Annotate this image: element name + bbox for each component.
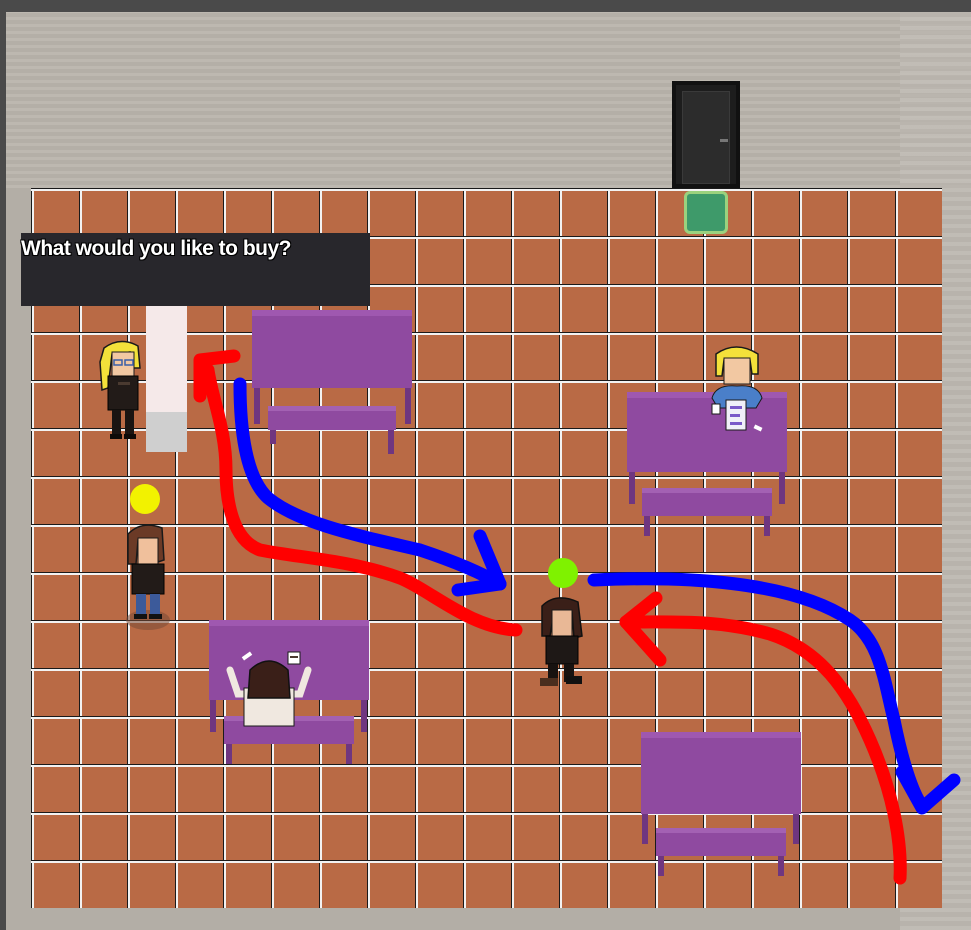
dialog-box[interactable]: What would you like to buy?: [21, 233, 370, 306]
path-annotations: [193, 349, 961, 885]
blue-path-right: [587, 572, 961, 815]
game-scene: What would you like to buy?: [0, 0, 971, 930]
red-path-right: [619, 591, 907, 885]
dialog-text: What would you like to buy?: [21, 237, 292, 260]
